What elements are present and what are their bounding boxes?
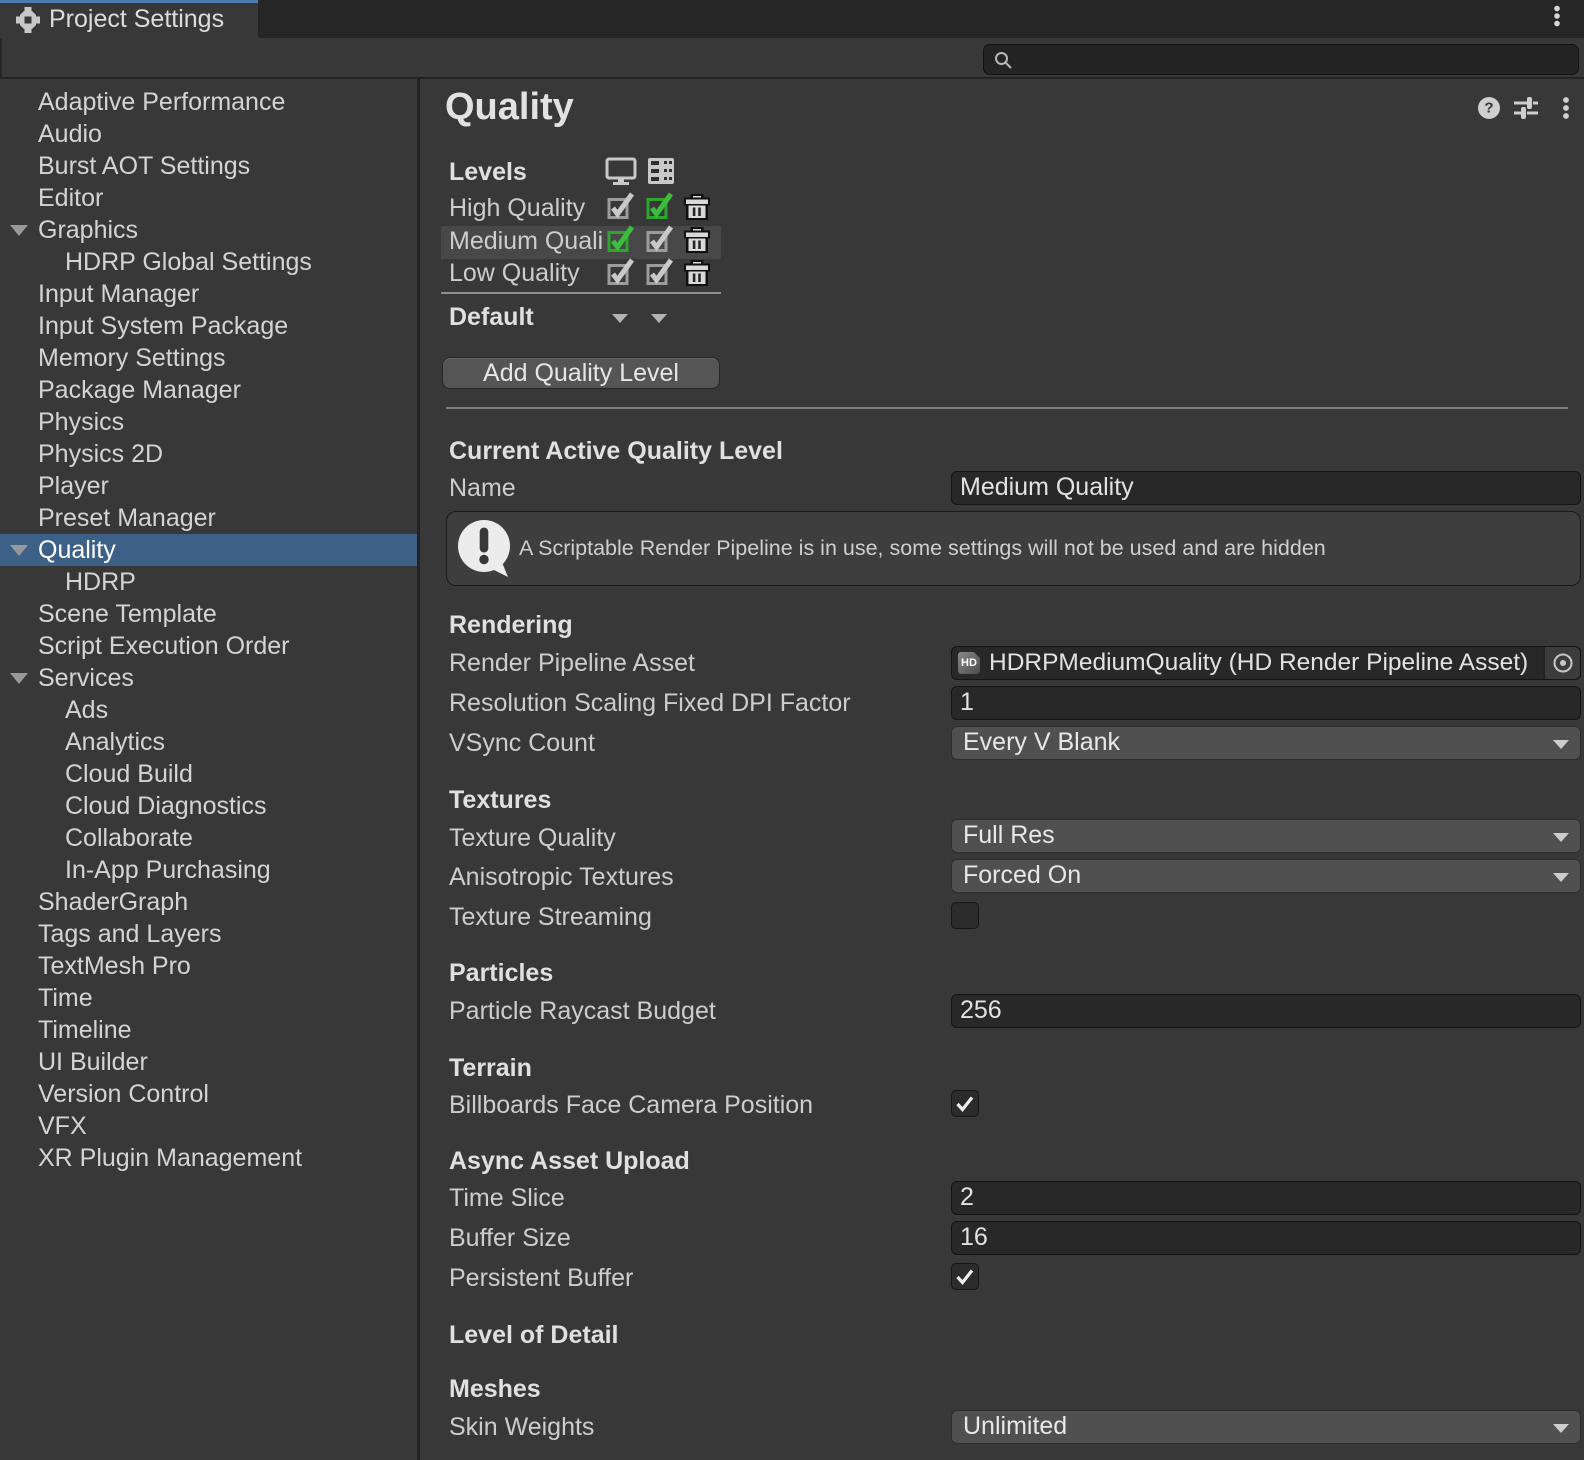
svg-text:?: ? (1484, 100, 1493, 117)
